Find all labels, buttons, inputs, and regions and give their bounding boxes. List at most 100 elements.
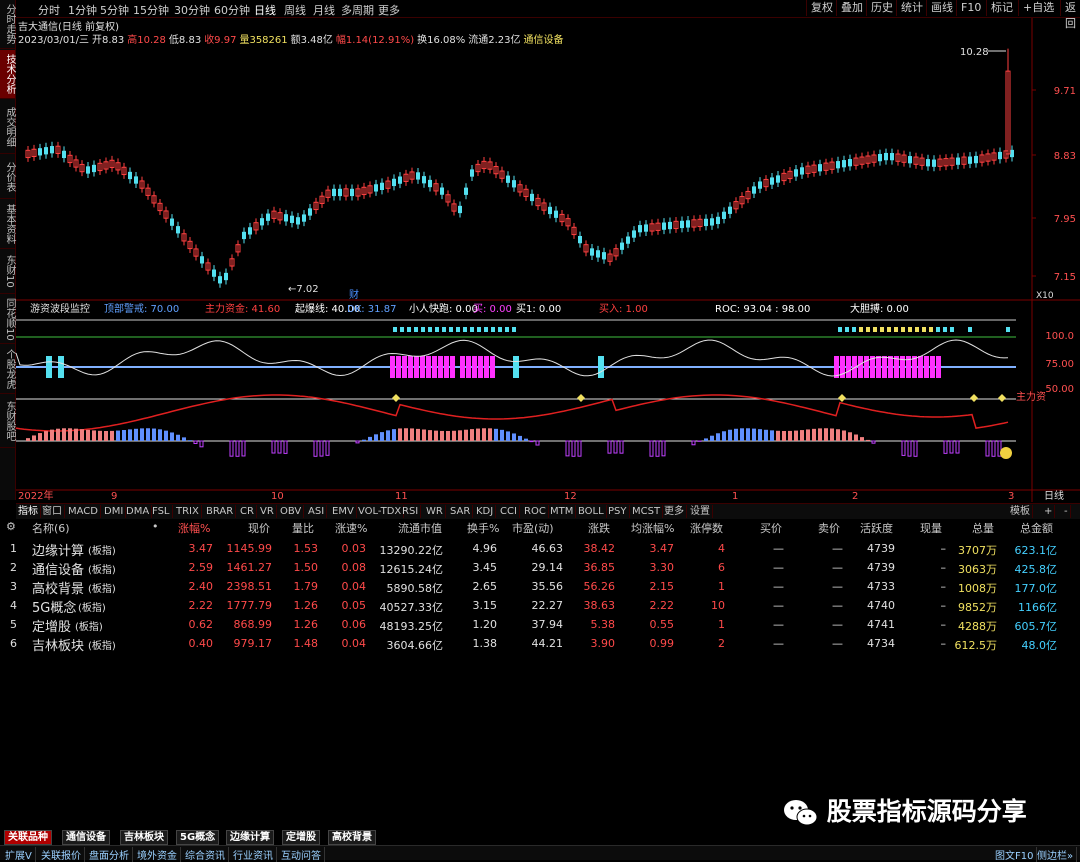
col-header-0[interactable]: 名称(6) xyxy=(32,520,70,536)
col-header-8[interactable]: 市盈(动) xyxy=(512,520,554,536)
indicator-tab-0[interactable]: 指标 xyxy=(16,505,41,518)
col-header-6[interactable]: 流通市值 xyxy=(398,520,442,536)
table-row[interactable]: 6吉林板块(板指)0.40979.171.480.043604.66亿1.384… xyxy=(0,635,1080,653)
toolbar-button-7[interactable]: +自选 xyxy=(1018,0,1058,16)
table-row[interactable]: 2通信设备(板指)2.591461.271.500.0812615.24亿3.4… xyxy=(0,559,1080,577)
status-tab-0[interactable]: 扩展V xyxy=(2,847,36,862)
col-header-12[interactable]: 买价 xyxy=(760,520,782,536)
status-right-0[interactable]: 图文F10 xyxy=(992,847,1037,862)
indicator-tab-24[interactable]: 更多 xyxy=(662,505,687,518)
sector-tab-1[interactable]: 通信设备 xyxy=(62,830,110,845)
table-row[interactable]: 45G概念(板指)2.221777.791.260.0540527.33亿3.1… xyxy=(0,597,1080,615)
col-header-13[interactable]: 卖价 xyxy=(818,520,840,536)
col-header-5[interactable]: 涨速% xyxy=(335,520,367,536)
indicator-right-2[interactable]: - xyxy=(1062,505,1071,518)
period-tab-8[interactable]: 月线 xyxy=(313,2,335,18)
indicator-tab-13[interactable]: VOL-TDX xyxy=(356,505,404,518)
col-header-4[interactable]: 量比 xyxy=(292,520,314,536)
settings-icon[interactable]: ⚙ xyxy=(6,520,16,536)
toolbar-button-0[interactable]: 复权 xyxy=(806,0,837,16)
toolbar-button-3[interactable]: 统计 xyxy=(896,0,927,16)
indicator-tab-8[interactable]: CR xyxy=(238,505,257,518)
indicator-tab-25[interactable]: 设置 xyxy=(688,505,713,518)
indicator-tab-22[interactable]: PSY xyxy=(606,505,630,518)
left-tab-1[interactable]: 技术分析 xyxy=(0,50,15,99)
status-tab-5[interactable]: 行业资讯 xyxy=(230,847,277,862)
indicator-tab-21[interactable]: BOLL xyxy=(576,505,607,518)
period-tab-7[interactable]: 周线 xyxy=(284,2,306,18)
sector-tab-6[interactable]: 高校背景 xyxy=(328,830,376,845)
sector-name[interactable]: 通信设备 xyxy=(32,559,84,578)
indicator-tab-3[interactable]: DMI xyxy=(102,505,126,518)
period-tab-10[interactable]: 更多 xyxy=(378,2,400,18)
indicator-tab-5[interactable]: FSL xyxy=(150,505,173,518)
left-tab-2[interactable]: 成交明细 xyxy=(0,100,15,154)
col-header-2[interactable]: 涨幅% xyxy=(178,520,210,536)
table-row[interactable]: 5定增股(板指)0.62868.991.260.0648193.25亿1.203… xyxy=(0,616,1080,634)
period-tab-1[interactable]: 1分钟 xyxy=(68,2,97,18)
toolbar-button-2[interactable]: 历史 xyxy=(866,0,897,16)
status-tab-3[interactable]: 境外资金 xyxy=(134,847,181,862)
toolbar-button-8[interactable]: 返回 xyxy=(1060,0,1080,16)
left-tab-8[interactable]: 东财股吧 xyxy=(0,395,15,448)
indicator-tab-17[interactable]: KDJ xyxy=(474,505,496,518)
indicator-tab-9[interactable]: VR xyxy=(258,505,277,518)
sector-name[interactable]: 定增股 xyxy=(32,616,71,635)
col-header-17[interactable]: 总金额 xyxy=(1020,520,1053,536)
indicator-tab-2[interactable]: MACD xyxy=(66,505,101,518)
toolbar-button-6[interactable]: 标记 xyxy=(986,0,1017,16)
period-tab-5[interactable]: 60分钟 xyxy=(214,2,250,18)
sector-name[interactable]: 吉林板块 xyxy=(32,635,84,654)
status-right-1[interactable]: 侧边栏» xyxy=(1034,847,1077,862)
indicator-right-0[interactable]: 模板 xyxy=(1008,505,1033,518)
toolbar-button-1[interactable]: 叠加 xyxy=(836,0,867,16)
col-header-11[interactable]: 涨停数 xyxy=(690,520,723,536)
col-header-10[interactable]: 均涨幅% xyxy=(631,520,674,536)
period-tab-9[interactable]: 多周期 xyxy=(341,2,374,18)
indicator-tab-12[interactable]: EMV xyxy=(330,505,357,518)
status-tab-4[interactable]: 综合资讯 xyxy=(182,847,229,862)
col-header-14[interactable]: 活跃度 xyxy=(860,520,893,536)
kline-chart[interactable]: 9.718.837.957.1510.28←7.02财X10游资波段监控顶部警戒… xyxy=(16,18,1080,502)
status-tab-2[interactable]: 盘面分析 xyxy=(86,847,133,862)
indicator-tab-7[interactable]: BRAR xyxy=(204,505,236,518)
indicator-tab-11[interactable]: ASI xyxy=(306,505,327,518)
sector-tab-4[interactable]: 边缘计算 xyxy=(226,830,274,845)
left-tab-6[interactable]: 同花顺10 xyxy=(0,295,15,344)
sector-name[interactable]: 高校背景 xyxy=(32,578,84,597)
indicator-tab-14[interactable]: RSI xyxy=(400,505,421,518)
indicator-tab-6[interactable]: TRIX xyxy=(174,505,202,518)
col-header-15[interactable]: 现量 xyxy=(920,520,942,536)
left-tab-0[interactable]: 分时走势 xyxy=(0,0,15,49)
sector-tab-0[interactable]: 关联品种 xyxy=(4,830,52,845)
sector-tab-5[interactable]: 定增股 xyxy=(282,830,320,845)
period-tab-4[interactable]: 30分钟 xyxy=(174,2,210,18)
indicator-right-1[interactable]: + xyxy=(1042,505,1055,518)
toolbar-button-4[interactable]: 画线 xyxy=(926,0,957,16)
indicator-tab-23[interactable]: MCST xyxy=(630,505,663,518)
period-tab-2[interactable]: 5分钟 xyxy=(100,2,129,18)
col-header-3[interactable]: 现价 xyxy=(248,520,270,536)
status-tab-6[interactable]: 互动问答 xyxy=(278,847,325,862)
table-row[interactable]: 1边缘计算(板指)3.471145.991.530.0313290.22亿4.9… xyxy=(0,540,1080,558)
indicator-tab-19[interactable]: ROC xyxy=(522,505,549,518)
sector-name[interactable]: 5G概念 xyxy=(32,597,76,616)
indicator-tab-16[interactable]: SAR xyxy=(448,505,473,518)
col-header-16[interactable]: 总量 xyxy=(972,520,994,536)
table-row[interactable]: 3高校背景(板指)2.402398.511.790.045890.58亿2.65… xyxy=(0,578,1080,596)
period-tab-3[interactable]: 15分钟 xyxy=(133,2,169,18)
left-tab-7[interactable]: 个股龙虎 xyxy=(0,345,15,394)
status-tab-1[interactable]: 关联报价 xyxy=(38,847,85,862)
sector-tab-3[interactable]: 5G概念 xyxy=(176,830,219,845)
indicator-tab-4[interactable]: DMA xyxy=(124,505,152,518)
col-header-9[interactable]: 涨跌 xyxy=(588,520,610,536)
indicator-tab-18[interactable]: CCI xyxy=(498,505,520,518)
left-tab-5[interactable]: 东财10 xyxy=(0,250,15,294)
toolbar-button-5[interactable]: F10 xyxy=(956,0,985,16)
left-tab-4[interactable]: 基本资料 xyxy=(0,200,15,249)
indicator-tab-20[interactable]: MTM xyxy=(548,505,576,518)
period-tab-0[interactable]: 分时 xyxy=(38,2,60,18)
indicator-tab-10[interactable]: OBV xyxy=(278,505,304,518)
sector-tab-2[interactable]: 吉林板块 xyxy=(120,830,168,845)
indicator-tab-1[interactable]: 窗口 xyxy=(40,505,65,518)
